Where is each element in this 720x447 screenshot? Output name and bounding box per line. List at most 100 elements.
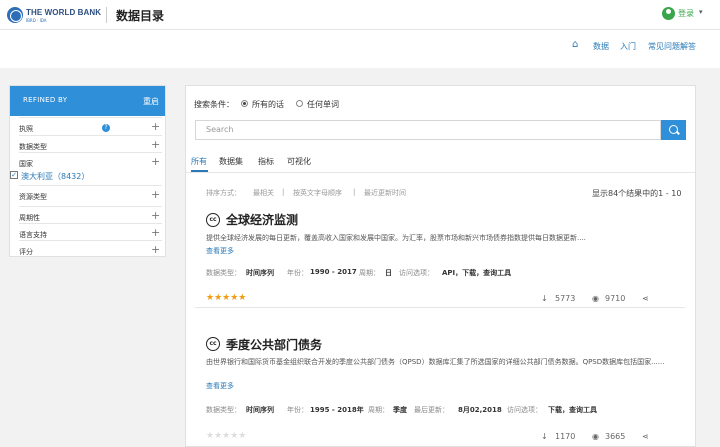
expand-plus-icon[interactable]: + — [151, 209, 160, 222]
filter-label: 资源类型 — [19, 193, 47, 201]
nav-getting-started[interactable]: 入门 — [620, 41, 636, 52]
home-icon[interactable]: ⌂ — [572, 39, 578, 50]
sort-separator: | — [282, 188, 285, 196]
result-title[interactable]: 季度公共部门债务 — [226, 336, 322, 353]
sidebar-header: REFINED BY 重启 — [10, 86, 165, 116]
sort-relevance[interactable]: 最相关 — [253, 188, 274, 198]
view-count: 9710 — [605, 294, 626, 303]
meta-value: 1990 - 2017 — [310, 268, 357, 276]
result-description: 提供全球经济发展的每日更新，覆盖高收入国家和发展中国家。为汇率，股票市场和新兴市… — [206, 234, 586, 242]
meta-value: 8月02,2018 — [458, 406, 502, 414]
tab-visualizations[interactable]: 可视化 — [287, 156, 311, 167]
meta-label: 访问选项： — [507, 406, 542, 414]
sort-separator: | — [353, 188, 356, 196]
tab-divider — [186, 172, 695, 173]
filter-rating[interactable]: 评分 + — [19, 240, 162, 256]
sort-latest[interactable]: 最近更新时间 — [364, 188, 406, 198]
tab-indicators[interactable]: 指标 — [258, 156, 274, 167]
page-title: 数据目录 — [116, 9, 165, 23]
expand-plus-icon[interactable]: + — [151, 155, 160, 168]
filter-label: 执照 — [19, 125, 33, 133]
expand-plus-icon[interactable]: + — [151, 226, 160, 239]
filter-language[interactable]: 语言支持 + — [19, 223, 162, 240]
result-count: 显示84个结果中的1 - 10 — [592, 189, 682, 198]
meta-value: API，下载，查询工具 — [442, 269, 512, 277]
chevron-down-icon[interactable]: ▾ — [699, 8, 703, 16]
share-icon[interactable]: ⋖ — [642, 432, 649, 441]
user-icon[interactable] — [662, 7, 675, 20]
search-icon[interactable] — [661, 120, 686, 140]
result-description: 由世界银行和国际货币基金组织联合开发的季度公共部门债务（QPSD）数据库汇集了所… — [206, 358, 665, 366]
filter-label: 国家 — [19, 160, 33, 168]
meta-value: 季度 — [393, 406, 407, 414]
filter-label: 周期性 — [19, 214, 40, 222]
sort-label: 排序方式： — [206, 189, 241, 197]
meta-label: 最后更新： — [414, 406, 449, 414]
download-count: 5773 — [555, 294, 576, 303]
filter-label: 语言支持 — [19, 231, 47, 239]
meta-value: 下载，查询工具 — [548, 406, 597, 414]
country-checkbox-label[interactable]: 澳大利亚（8432） — [21, 171, 89, 182]
nav-faq[interactable]: 常见问题解答 — [648, 41, 696, 52]
country-checkbox[interactable]: ✓ — [10, 171, 18, 179]
view-icon: ◉ — [592, 432, 599, 441]
result-title[interactable]: 全球经济监测 — [226, 211, 298, 228]
filter-label: 评分 — [19, 248, 33, 256]
view-count: 3665 — [605, 432, 626, 441]
star-rating[interactable]: ★★★★★ — [206, 293, 246, 303]
download-icon: ↓ — [541, 294, 548, 303]
meta-label: 年份： — [287, 406, 308, 414]
filter-label: 数据类型 — [19, 143, 47, 151]
help-icon[interactable]: ? — [102, 124, 110, 132]
world-bank-logo-icon[interactable] — [7, 7, 23, 23]
meta-value: 时间序列 — [246, 406, 274, 414]
see-more-link[interactable]: 查看更多 — [206, 381, 234, 391]
share-icon[interactable]: ⋖ — [642, 294, 649, 303]
meta-label: 访问选项： — [399, 269, 434, 277]
creative-commons-icon: cc — [206, 213, 220, 227]
tab-datasets[interactable]: 数据集 — [219, 156, 243, 167]
tab-all[interactable]: 所有 — [191, 156, 207, 167]
star-rating[interactable]: ★★★★★ — [206, 431, 246, 441]
login-button[interactable]: 登录 — [678, 8, 694, 19]
meta-value: 1995 - 2018年 — [310, 406, 364, 414]
meta-value: 日 — [385, 269, 392, 277]
meta-label: 年份： — [287, 269, 308, 277]
meta-label: 数据类型： — [206, 406, 241, 414]
nav-data[interactable]: 数据 — [593, 41, 609, 52]
header-divider — [106, 7, 107, 23]
view-icon: ◉ — [592, 294, 599, 303]
radio-any-word[interactable] — [296, 100, 303, 107]
download-count: 1170 — [555, 432, 576, 441]
search-placeholder: Search — [206, 125, 234, 134]
sort-alphabetical[interactable]: 按英文字母顺序 — [293, 188, 342, 198]
meta-value: 时间序列 — [246, 269, 274, 277]
meta-label: 数据类型： — [206, 269, 241, 277]
sub-nav — [0, 30, 720, 68]
radio-all-words[interactable] — [241, 100, 248, 107]
brand-subtitle: IBRD · IDA — [26, 18, 47, 23]
brand-name[interactable]: THE WORLD BANK — [26, 8, 101, 17]
sidebar-heading: REFINED BY — [23, 96, 68, 104]
radio-all-words-label[interactable]: 所有的话 — [252, 99, 284, 110]
meta-label: 周期： — [359, 269, 380, 277]
filter-license[interactable]: 执照 ? + — [19, 117, 162, 134]
radio-any-word-label[interactable]: 任何单词 — [307, 99, 339, 110]
expand-plus-icon[interactable]: + — [151, 243, 160, 256]
filter-data-type[interactable]: 数据类型 + — [19, 135, 162, 152]
expand-plus-icon[interactable]: + — [151, 120, 160, 133]
creative-commons-icon: cc — [206, 337, 220, 351]
filter-resource-type[interactable]: 资源类型 + — [19, 185, 162, 203]
search-conditions-label: 搜索条件： — [194, 100, 234, 109]
filter-periodicity[interactable]: 周期性 + — [19, 206, 162, 223]
meta-label: 周期： — [368, 406, 389, 414]
expand-plus-icon[interactable]: + — [151, 138, 160, 151]
reset-button[interactable]: 重启 — [143, 96, 159, 107]
see-more-link[interactable]: 查看更多 — [206, 246, 234, 256]
result-divider — [195, 307, 685, 308]
active-tab-indicator — [191, 170, 208, 172]
top-bar — [0, 0, 720, 30]
download-icon: ↓ — [541, 432, 548, 441]
search-input[interactable] — [195, 120, 661, 140]
expand-plus-icon[interactable]: + — [151, 188, 160, 201]
